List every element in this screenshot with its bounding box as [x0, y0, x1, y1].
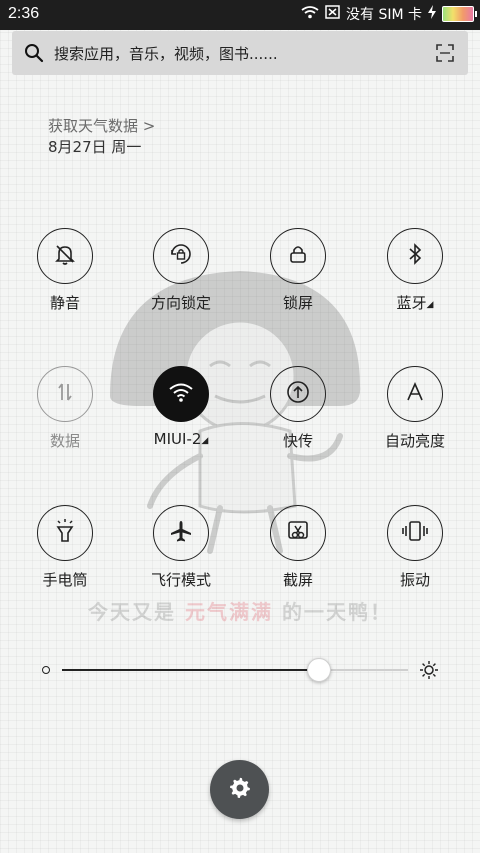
toggle-lock-screen[interactable]: 锁屏	[243, 228, 353, 313]
toggle-label: 飞行模式	[150, 571, 211, 589]
vibrate-icon	[401, 520, 429, 546]
toggle-quick-share[interactable]: 快传	[243, 366, 353, 451]
brightness-high-icon	[419, 660, 439, 684]
submenu-indicator-icon: ◢	[426, 300, 434, 310]
toggle-label: 振动	[399, 571, 430, 589]
carrier-label: 没有 SIM 卡	[346, 7, 422, 23]
toggle-screenshot-button[interactable]	[270, 505, 326, 561]
toggle-label: 自动亮度	[384, 432, 445, 450]
toggle-label: MIUI-2◢	[126, 430, 236, 448]
bell-off-icon	[53, 242, 77, 270]
toggle-label: 数据	[49, 432, 80, 450]
toggle-lock-screen-button[interactable]	[270, 228, 326, 284]
brightness-slider-thumb[interactable]	[307, 658, 332, 682]
weather-link[interactable]: 获取天气数据 >	[48, 115, 155, 136]
bluetooth-icon	[405, 242, 425, 270]
date-label: 8月27日 周一	[48, 138, 142, 156]
toggle-silent-button[interactable]	[37, 228, 93, 284]
wallpaper-slogan: 今天又是 元气满满 的一天鸭！	[0, 596, 480, 625]
toggle-wifi-button[interactable]	[153, 366, 209, 422]
wifi-icon	[301, 5, 319, 23]
slogan-suffix: 的一天鸭！	[281, 600, 392, 624]
toggle-label: 蓝牙◢	[360, 292, 470, 313]
brightness-slider[interactable]	[62, 658, 408, 682]
toggle-label-text: 蓝牙	[396, 294, 427, 312]
toggle-label: 静音	[49, 294, 80, 312]
brightness-low-icon	[42, 666, 50, 674]
toggle-label-text: MIUI-2	[153, 430, 202, 448]
mobile-data-icon	[54, 381, 76, 407]
toggle-silent[interactable]: 静音	[10, 228, 120, 313]
auto-brightness-icon	[404, 381, 426, 407]
lock-icon	[287, 243, 309, 269]
toggle-wifi[interactable]: MIUI-2◢	[126, 366, 236, 448]
toggle-airplane[interactable]: 飞行模式	[126, 505, 236, 590]
settings-button[interactable]	[210, 760, 269, 819]
search-icon	[24, 43, 44, 67]
brightness-slider-fill	[62, 669, 319, 671]
status-time: 2:36	[8, 5, 40, 22]
flashlight-icon	[54, 518, 76, 548]
search-bar[interactable]: 搜索应用，音乐，视频，图书......	[12, 31, 468, 75]
quick-share-icon	[285, 379, 311, 409]
toggle-bluetooth[interactable]: 蓝牙◢	[360, 228, 470, 313]
toggle-auto-brightness[interactable]: 自动亮度	[360, 366, 470, 451]
toggle-label: 锁屏	[282, 294, 313, 312]
search-placeholder: 搜索应用，音乐，视频，图书......	[54, 45, 278, 63]
toggle-rotation-lock[interactable]: 方向锁定	[126, 228, 236, 313]
slogan-highlight: 元气满满	[185, 600, 273, 624]
airplane-icon	[169, 519, 193, 547]
rotation-lock-icon	[168, 241, 194, 271]
toggle-quick-share-button[interactable]	[270, 366, 326, 422]
battery-icon	[442, 6, 477, 22]
gear-icon	[228, 776, 252, 804]
scan-icon[interactable]	[436, 44, 454, 66]
toggle-mobile-data[interactable]: 数据	[10, 366, 120, 451]
toggle-flashlight-button[interactable]	[37, 505, 93, 561]
slogan-prefix: 今天又是	[88, 600, 177, 624]
status-bar: 2:36 没有 SIM 卡	[0, 0, 480, 30]
charging-icon	[428, 5, 436, 23]
toggle-airplane-button[interactable]	[153, 505, 209, 561]
screenshot-icon	[286, 519, 310, 547]
toggle-auto-brightness-button[interactable]	[387, 366, 443, 422]
no-sim-icon	[325, 5, 340, 23]
toggle-screenshot[interactable]: 截屏	[243, 505, 353, 590]
toggle-bluetooth-button[interactable]	[387, 228, 443, 284]
toggle-label: 方向锁定	[150, 294, 211, 312]
toggle-label: 快传	[282, 432, 313, 450]
toggle-mobile-data-button[interactable]	[37, 366, 93, 422]
toggle-vibrate[interactable]: 振动	[360, 505, 470, 590]
status-icons: 没有 SIM 卡	[301, 4, 477, 24]
toggle-flashlight[interactable]: 手电筒	[10, 505, 120, 590]
toggle-vibrate-button[interactable]	[387, 505, 443, 561]
toggle-label: 截屏	[282, 571, 313, 589]
toggle-rotation-lock-button[interactable]	[153, 228, 209, 284]
wifi-icon	[168, 381, 194, 407]
submenu-indicator-icon: ◢	[201, 436, 209, 446]
toggle-label: 手电筒	[42, 571, 88, 589]
